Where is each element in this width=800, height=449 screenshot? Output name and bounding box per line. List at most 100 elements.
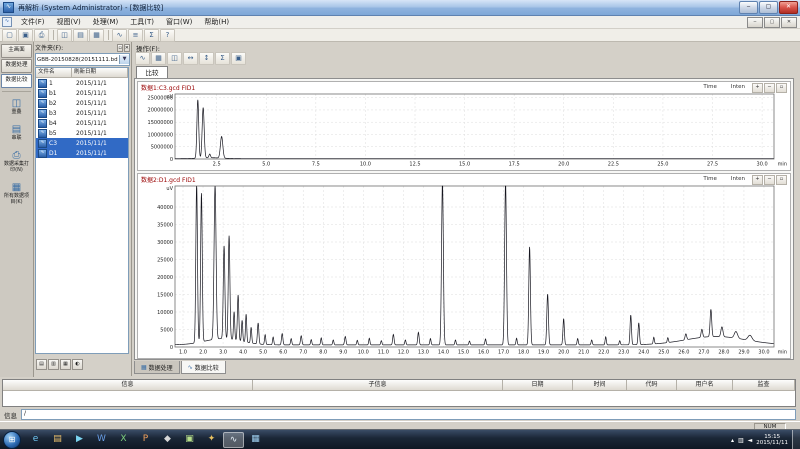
sidebar-item-overlay[interactable]: ◫ 重叠 bbox=[1, 95, 32, 118]
list-view-icon[interactable]: ▤ bbox=[36, 359, 47, 370]
file-row-b3[interactable]: ∿ b3 2015/11/1 bbox=[36, 108, 128, 118]
chevron-down-icon[interactable]: ▼ bbox=[119, 55, 129, 64]
menu-item-1[interactable]: 视图(V) bbox=[51, 16, 87, 28]
list-icon[interactable]: ≡ bbox=[128, 28, 143, 42]
taskbar-clock[interactable]: 15:15 2015/11/11 bbox=[756, 434, 788, 447]
volume-icon[interactable]: ◄ bbox=[748, 437, 753, 444]
audit-column-2[interactable]: 日期 bbox=[503, 380, 573, 391]
taskbar-app-ppt[interactable]: P bbox=[135, 432, 156, 448]
file-row-1[interactable]: ∿ 1 2015/11/1 bbox=[36, 78, 128, 88]
audit-column-1[interactable]: 子信息 bbox=[253, 380, 503, 391]
op-stretch-x-icon[interactable]: ↔ bbox=[183, 52, 198, 65]
taskbar-app-media[interactable]: ▶ bbox=[69, 432, 90, 448]
chromatogram-icon[interactable]: ∿ bbox=[112, 28, 127, 42]
audit-column-5[interactable]: 用户名 bbox=[677, 380, 733, 391]
sidebar-item-series[interactable]: ▤ 串联 bbox=[1, 121, 32, 144]
zoom-out-icon[interactable]: − bbox=[764, 174, 775, 185]
file-row-b4[interactable]: ∿ b4 2015/11/1 bbox=[36, 118, 128, 128]
svg-text:2.5: 2.5 bbox=[213, 162, 221, 168]
pin-icon[interactable]: ▫ bbox=[117, 44, 123, 52]
taskbar-app-2[interactable]: ▣ bbox=[179, 432, 200, 448]
grid-view-icon[interactable]: ▦ bbox=[89, 28, 104, 42]
taskbar-app-4[interactable]: ▦ bbox=[245, 432, 266, 448]
file-name: b3 bbox=[49, 109, 57, 117]
op-grid-icon[interactable]: ▦ bbox=[151, 52, 166, 65]
op-chromatogram-icon[interactable]: ∿ bbox=[135, 52, 150, 65]
open-icon[interactable]: ▢ bbox=[2, 28, 17, 42]
taskbar-app-browser[interactable]: e bbox=[25, 432, 46, 448]
menu-item-5[interactable]: 帮助(H) bbox=[198, 16, 235, 28]
op-calc-icon[interactable]: Σ bbox=[215, 52, 230, 65]
help-icon[interactable]: ? bbox=[160, 28, 175, 42]
audit-column-4[interactable]: 代码 bbox=[627, 380, 677, 391]
file-list-column-0[interactable]: 文件名 bbox=[36, 68, 72, 78]
toolbar-separator bbox=[108, 30, 109, 40]
op-save-icon[interactable]: ▣ bbox=[231, 52, 246, 65]
audit-column-3[interactable]: 时间 bbox=[573, 380, 627, 391]
zoom-in-icon[interactable]: + bbox=[752, 82, 763, 93]
tile-view-icon[interactable]: ▤ bbox=[73, 28, 88, 42]
taskbar: ⊞ e ▤ ▶ W X P ◆ ▣ ✦ ∿ ▦ ▴ ▥ ◄ 15:15 2015/11/11 bbox=[0, 429, 800, 449]
sidebar-item-report-print[interactable]: ⎙ 数据采集打印(N) bbox=[1, 147, 32, 176]
close-icon[interactable]: ✕ bbox=[123, 44, 130, 52]
doc-tab-1[interactable]: ∿ 数据比较 bbox=[180, 361, 226, 374]
audit-column-0[interactable]: 信息 bbox=[3, 380, 253, 391]
mdi-restore-button[interactable]: ▢ bbox=[764, 17, 780, 28]
taskbar-app-3[interactable]: ✦ bbox=[201, 432, 222, 448]
taskbar-app-word[interactable]: W bbox=[91, 432, 112, 448]
file-row-C3[interactable]: ∿ C3 2015/11/1 bbox=[36, 138, 128, 148]
reset-zoom-icon[interactable]: ▫ bbox=[776, 174, 787, 185]
minimize-button[interactable]: ‒ bbox=[739, 1, 758, 14]
file-row-b5[interactable]: ∿ b5 2015/11/1 bbox=[36, 128, 128, 138]
sidebar-tab-1[interactable]: 数据处理 bbox=[1, 59, 32, 73]
network-icon[interactable]: ▥ bbox=[738, 437, 744, 444]
file-list-column-1[interactable]: 刷新日期 bbox=[72, 68, 128, 78]
doc-tab-0[interactable]: ▦ 数据处理 bbox=[134, 361, 180, 374]
maximize-button[interactable]: ▢ bbox=[759, 1, 778, 14]
file-row-b2[interactable]: ∿ b2 2015/11/1 bbox=[36, 98, 128, 108]
file-list[interactable]: 文件名 刷新日期 ∿ 1 2015/11/1 ∿ b1 2015/11/1 ∿ b2 2015/1… bbox=[35, 67, 129, 354]
op-overlay-icon[interactable]: ◫ bbox=[167, 52, 182, 65]
save-icon[interactable]: ▣ bbox=[18, 28, 33, 42]
menu-item-3[interactable]: 工具(T) bbox=[124, 16, 160, 28]
file-row-D1[interactable]: ∿ D1 2015/11/1 bbox=[36, 148, 128, 158]
mdi-minimize-button[interactable]: ‒ bbox=[747, 17, 763, 28]
detail-view-icon[interactable]: ▥ bbox=[48, 359, 59, 370]
file-row-b1[interactable]: ∿ b1 2015/11/1 bbox=[36, 88, 128, 98]
overlay-view-icon[interactable]: ◫ bbox=[57, 28, 72, 42]
taskbar-app-folder[interactable]: ▤ bbox=[47, 432, 68, 448]
chart-header-1: 数据2:D1.gcd FID1 Time Inten + − ▫ bbox=[138, 174, 790, 185]
start-button[interactable]: ⊞ bbox=[3, 431, 21, 449]
info-field[interactable]: / bbox=[21, 409, 796, 420]
print-icon[interactable]: ⎙ bbox=[34, 28, 49, 42]
svg-text:35000: 35000 bbox=[157, 222, 173, 228]
taskbar-app-1[interactable]: ◆ bbox=[157, 432, 178, 448]
op-stretch-y-icon[interactable]: ↕ bbox=[199, 52, 214, 65]
sidebar-tab-2[interactable]: 数据比较 bbox=[1, 74, 32, 88]
sidebar-item-all-data-items[interactable]: ▦ 所有数据项目(K) bbox=[1, 179, 32, 208]
svg-text:29.0: 29.0 bbox=[738, 350, 749, 356]
file-name: b4 bbox=[49, 119, 57, 127]
menu-item-0[interactable]: 文件(F) bbox=[15, 16, 51, 28]
menu-item-2[interactable]: 处理(M) bbox=[87, 16, 125, 28]
reset-zoom-icon[interactable]: ▫ bbox=[776, 82, 787, 93]
folder-dropdown[interactable]: GBB-20150828(20151111.bd ▼ bbox=[35, 53, 130, 66]
chromatogram-plot-2[interactable]: 0 5000 10000 15000 20000 25000 30000 35000 40000… bbox=[138, 184, 788, 356]
thumb-view-icon[interactable]: ▦ bbox=[60, 359, 71, 370]
refresh-icon[interactable]: ◐ bbox=[72, 359, 83, 370]
sidebar-tab-0[interactable]: 主画面 bbox=[1, 44, 32, 58]
zoom-out-icon[interactable]: − bbox=[764, 82, 775, 93]
mdi-close-button[interactable]: ✕ bbox=[781, 17, 797, 28]
menu-item-4[interactable]: 窗口(W) bbox=[160, 16, 198, 28]
chart-legend-1: Time Inten bbox=[689, 176, 745, 182]
taskbar-app-excel[interactable]: X bbox=[113, 432, 134, 448]
hidden-icons-icon[interactable]: ▴ bbox=[731, 437, 734, 444]
close-button[interactable]: ✕ bbox=[779, 1, 798, 14]
taskbar-app-gcsolution[interactable]: ∿ bbox=[223, 432, 244, 448]
show-desktop-button[interactable] bbox=[792, 430, 800, 449]
zoom-in-icon[interactable]: + bbox=[752, 174, 763, 185]
svg-text:28.0: 28.0 bbox=[718, 350, 729, 356]
chromatogram-plot-1[interactable]: 0500000010000000150000002000000025000000… bbox=[138, 92, 788, 168]
calc-icon[interactable]: Σ bbox=[144, 28, 159, 42]
audit-column-6[interactable]: 监查 bbox=[733, 380, 795, 391]
